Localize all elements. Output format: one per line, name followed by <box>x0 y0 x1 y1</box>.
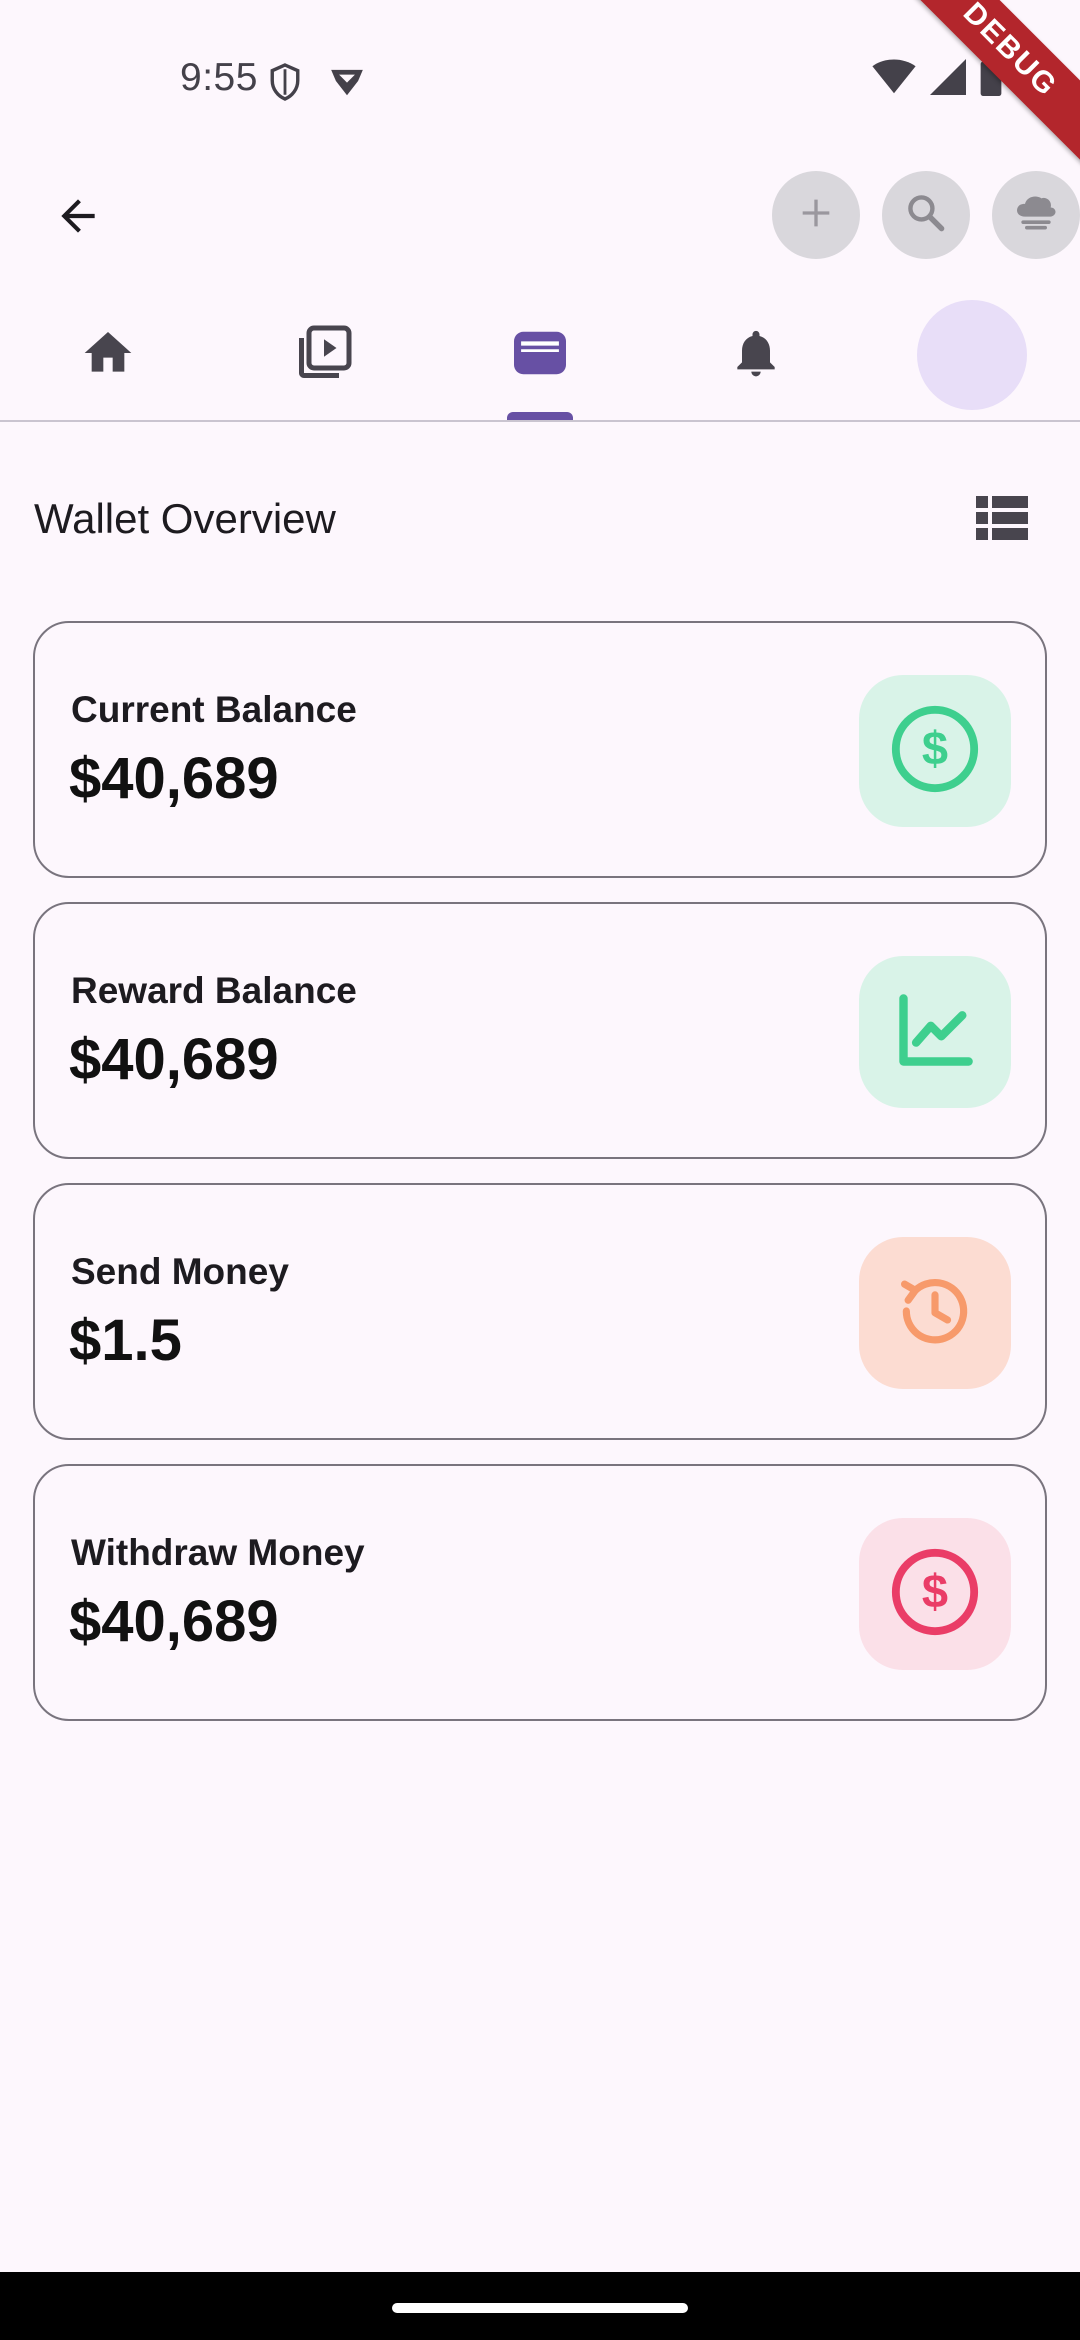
svg-text:$: $ <box>922 721 948 774</box>
tab-videos[interactable] <box>216 290 432 420</box>
app-bar <box>0 165 1080 265</box>
screen: 9:55 DEBUG Wallet Overview Current Balan… <box>0 0 1080 2340</box>
card-icon-box: $ <box>859 1518 1011 1670</box>
back-button[interactable] <box>40 180 116 256</box>
card-reward-balance[interactable]: Reward Balance $40,689 <box>33 902 1047 1159</box>
tab-bar <box>0 290 1080 422</box>
view-list-button[interactable] <box>974 492 1030 548</box>
tab-home[interactable] <box>0 290 216 420</box>
home-icon <box>80 325 136 386</box>
notifications-icon <box>728 325 784 386</box>
card-current-balance[interactable]: Current Balance $40,689 $ <box>33 621 1047 878</box>
add-button[interactable] <box>772 171 860 259</box>
app-notification-icon <box>328 62 366 105</box>
dollar-circle-icon: $ <box>888 702 982 801</box>
history-icon <box>892 1268 978 1359</box>
card-value: $1.5 <box>69 1308 182 1373</box>
cloud-icon <box>1012 191 1060 240</box>
dollar-circle-icon: $ <box>888 1545 982 1644</box>
add-icon <box>796 193 836 238</box>
card-value: $40,689 <box>69 1589 279 1654</box>
avatar <box>917 300 1027 410</box>
page-title: Wallet Overview <box>34 495 336 542</box>
weather-button[interactable] <box>992 171 1080 259</box>
card-label: Current Balance <box>71 689 357 730</box>
wifi-icon <box>872 59 916 100</box>
tab-wallet[interactable] <box>432 290 648 420</box>
signal-icon <box>930 59 966 100</box>
card-icon-box <box>859 1237 1011 1389</box>
card-value: $40,689 <box>69 1027 279 1092</box>
tab-indicator <box>507 412 573 420</box>
card-send-money[interactable]: Send Money $1.5 <box>33 1183 1047 1440</box>
card-withdraw-money[interactable]: Withdraw Money $40,689 $ <box>33 1464 1047 1721</box>
card-label: Send Money <box>71 1251 289 1292</box>
video-library-icon <box>294 323 354 388</box>
card-icon-box: $ <box>859 675 1011 827</box>
card-label: Reward Balance <box>71 970 357 1011</box>
svg-text:$: $ <box>922 1564 948 1617</box>
tab-notifications[interactable] <box>648 290 864 420</box>
wallet-icon <box>511 327 569 384</box>
shield-icon <box>268 62 302 107</box>
search-button[interactable] <box>882 171 970 259</box>
tab-profile[interactable] <box>864 290 1080 420</box>
card-label: Withdraw Money <box>71 1532 365 1573</box>
arrow-back-icon <box>53 191 103 246</box>
trending-chart-icon <box>893 988 977 1077</box>
card-icon-box <box>859 956 1011 1108</box>
search-icon <box>904 191 948 240</box>
status-time: 9:55 <box>180 56 258 99</box>
home-indicator[interactable] <box>392 2303 688 2313</box>
status-bar: 9:55 <box>0 0 1080 165</box>
card-value: $40,689 <box>69 746 279 811</box>
status-right <box>872 58 1002 101</box>
view-list-icon <box>976 495 1028 545</box>
